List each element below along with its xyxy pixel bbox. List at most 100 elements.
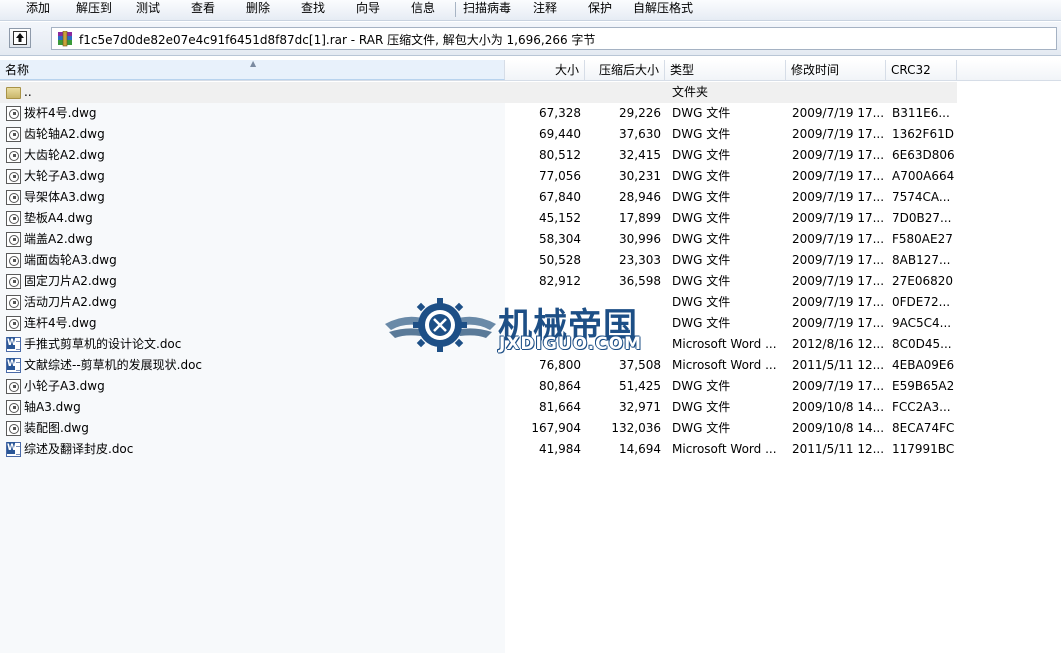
toolbar-view-button[interactable]: 查看 [191,0,215,19]
file-name: 大齿轮A2.dwg [24,148,105,162]
file-row[interactable]: 垫板A4.dwg 45,152 17,899 DWG 文件 2009/7/19 17..… [0,208,957,229]
up-one-level-button[interactable] [9,28,31,48]
file-modified: 2009/7/19 17... [792,232,885,246]
file-type: DWG 文件 [672,127,731,141]
dwg-file-icon [6,148,21,163]
file-modified: 2009/7/19 17... [792,190,885,204]
column-header-modified[interactable]: 修改时间 [786,60,886,80]
file-type: Microsoft Word ... [672,337,777,351]
file-row[interactable]: 端面齿轮A3.dwg 50,528 23,303 DWG 文件 2009/7/19 17… [0,250,957,271]
file-type: DWG 文件 [672,253,731,267]
file-row[interactable]: 装配图.dwg 167,904 132,036 DWG 文件 2009/10/8 14.… [0,418,957,439]
dwg-file-icon [6,106,21,121]
column-header-crc[interactable]: CRC32 [886,60,957,80]
toolbar-separator [455,2,456,17]
file-row[interactable]: 导架体A3.dwg 67,840 28,946 DWG 文件 2009/7/19 17.… [0,187,957,208]
file-packed-size: 132,036 [611,421,661,435]
file-size: 67,328 [539,106,581,120]
word-doc-icon [6,337,21,352]
file-type: DWG 文件 [672,400,731,414]
column-header-packed[interactable]: 压缩后大小 [585,60,665,80]
file-type: DWG 文件 [672,421,731,435]
column-header-name[interactable]: 名称 ▲ [0,60,505,80]
file-packed-size: 23,303 [619,253,661,267]
file-row[interactable]: 拨杆4号.dwg 67,328 29,226 DWG 文件 2009/7/19 17..… [0,103,957,124]
file-name: 轴A3.dwg [24,400,81,414]
file-crc: 27E06820 [892,274,954,288]
file-name: 端盖A2.dwg [24,232,93,246]
archive-path-text: f1c5e7d0de82e07e4c91f6451d8f87dc[1].rar … [79,33,596,47]
file-type: DWG 文件 [672,379,731,393]
dwg-file-icon [6,169,21,184]
file-name: 拨杆4号.dwg [24,106,97,120]
file-crc: 0FDE72... [892,295,951,309]
file-name: 装配图.dwg [24,421,89,435]
toolbar-info-button[interactable]: 信息 [411,0,435,19]
file-crc: 6E63D806 [892,148,954,162]
file-crc: 9AC5C4... [892,316,952,330]
winrar-archive-icon [58,31,72,47]
file-modified: 2009/7/19 17... [792,379,885,393]
toolbar-find-button[interactable]: 查找 [301,0,325,19]
address-bar: f1c5e7d0de82e07e4c91f6451d8f87dc[1].rar … [0,22,1061,56]
file-row[interactable]: 大齿轮A2.dwg 80,512 32,415 DWG 文件 2009/7/19 17.… [0,145,957,166]
file-name: 端面齿轮A3.dwg [24,253,117,267]
toolbar-extract-to-button[interactable]: 解压到 [76,0,112,19]
dwg-file-icon [6,379,21,394]
toolbar-protect-button[interactable]: 保护 [588,0,612,19]
file-type: DWG 文件 [672,169,731,183]
file-row[interactable]: 大轮子A3.dwg 77,056 30,231 DWG 文件 2009/7/19 17.… [0,166,957,187]
watermark-logo: 机械帝国 JXDIGUO.COM [383,294,683,356]
file-name: 垫板A4.dwg [24,211,93,225]
dwg-file-icon [6,253,21,268]
file-size: 41,984 [539,442,581,456]
parent-folder-row[interactable]: .. 文件夹 [0,82,957,103]
file-name: 大轮子A3.dwg [24,169,105,183]
file-packed-size: 37,508 [619,358,661,372]
toolbar-delete-button[interactable]: 删除 [246,0,270,19]
file-size: 58,304 [539,232,581,246]
file-size: 45,152 [539,211,581,225]
file-type: DWG 文件 [672,295,731,309]
file-modified: 2009/10/8 14... [792,400,885,414]
file-crc: 8AB127... [892,253,951,267]
dwg-file-icon [6,232,21,247]
file-row[interactable]: 固定刀片A2.dwg 82,912 36,598 DWG 文件 2009/7/19 17… [0,271,957,292]
dwg-file-icon [6,400,21,415]
column-header-size[interactable]: 大小 [505,60,585,80]
file-name: 固定刀片A2.dwg [24,274,117,288]
file-size: 50,528 [539,253,581,267]
file-crc: B311E6... [892,106,950,120]
file-packed-size: 17,899 [619,211,661,225]
toolbar-test-button[interactable]: 测试 [136,0,160,19]
file-modified: 2011/5/11 12... [792,358,885,372]
file-crc: A700A664 [892,169,954,183]
toolbar-virus-scan-button[interactable]: 扫描病毒 [463,0,511,19]
dwg-file-icon [6,190,21,205]
file-name: 小轮子A3.dwg [24,379,105,393]
main-toolbar: 添加 解压到 测试 查看 删除 查找 向导 信息 扫描病毒 注释 保护 自解压格… [0,0,1061,21]
file-modified: 2009/7/19 17... [792,169,885,183]
archive-path-field[interactable]: f1c5e7d0de82e07e4c91f6451d8f87dc[1].rar … [51,27,1057,50]
file-crc: 1362F61D [892,127,954,141]
file-name: 文献综述--剪草机的发展现状.doc [24,358,203,372]
file-modified: 2009/7/19 17... [792,253,885,267]
file-row[interactable]: 轴A3.dwg 81,664 32,971 DWG 文件 2009/10/8 14...… [0,397,957,418]
file-crc: F580AE27 [892,232,953,246]
dwg-file-icon [6,127,21,142]
file-row[interactable]: 端盖A2.dwg 58,304 30,996 DWG 文件 2009/7/19 17..… [0,229,957,250]
file-packed-size: 14,694 [619,442,661,456]
file-row[interactable]: 文献综述--剪草机的发展现状.doc 76,800 37,508 Microsoft … [0,355,957,376]
file-crc: 7574CA... [892,190,951,204]
file-crc: 8C0D45... [892,337,952,351]
file-row[interactable]: 综述及翻译封皮.doc 41,984 14,694 Microsoft Word ..… [0,439,957,460]
toolbar-sfx-button[interactable]: 自解压格式 [633,0,693,19]
toolbar-wizard-button[interactable]: 向导 [356,0,380,19]
toolbar-comment-button[interactable]: 注释 [533,0,557,19]
file-row[interactable]: 齿轮轴A2.dwg 69,440 37,630 DWG 文件 2009/7/19 17.… [0,124,957,145]
file-modified: 2009/7/19 17... [792,316,885,330]
file-packed-size: 29,226 [619,106,661,120]
column-header-type[interactable]: 类型 [665,60,786,80]
file-row[interactable]: 小轮子A3.dwg 80,864 51,425 DWG 文件 2009/7/19 17.… [0,376,957,397]
toolbar-add-button[interactable]: 添加 [26,0,50,19]
